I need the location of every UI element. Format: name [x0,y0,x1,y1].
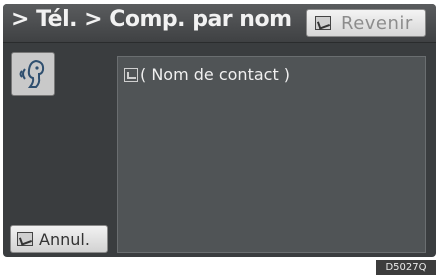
nav-screen: > Tél. > Comp. par nom Revenir ( Nom de … [3,4,436,257]
voice-command-button[interactable] [11,52,55,96]
cancel-label: Annul. [39,230,90,249]
voice-command-icon [19,59,45,88]
cancel-button[interactable]: Annul. [10,225,108,253]
contact-name-placeholder: ( Nom de contact ) [140,65,291,84]
back-label: Revenir [341,13,413,34]
page-title: > Tél. > Comp. par nom [11,7,292,32]
cancel-icon [17,232,33,246]
speech-icon [124,68,138,82]
back-button[interactable]: Revenir [306,9,426,37]
back-arrow-icon [315,16,331,30]
contact-name-panel[interactable]: ( Nom de contact ) [117,56,426,253]
figure-code: D5027Q [376,260,436,275]
title-bar: > Tél. > Comp. par nom Revenir [3,4,436,43]
